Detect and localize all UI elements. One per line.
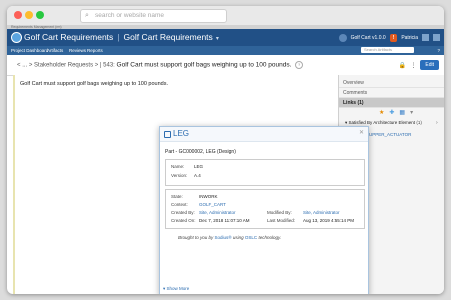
artifact-header: < ... > Stakeholder Requests > | 543: Go… bbox=[7, 55, 444, 76]
popup-title: LEG bbox=[173, 129, 190, 138]
version-value: A.4 bbox=[194, 173, 201, 178]
tab-links[interactable]: Links (1) bbox=[339, 98, 444, 108]
context-link[interactable]: GOLF_CART bbox=[199, 202, 226, 207]
artifact-id: 543: bbox=[103, 62, 115, 69]
modified-by-link[interactable]: Site, Administrator bbox=[303, 210, 340, 215]
created-on-label: Created On: bbox=[171, 218, 196, 223]
name-label: Name: bbox=[171, 164, 185, 169]
nav-project-dashboard[interactable]: Project Dashboard bbox=[11, 46, 48, 55]
maximize-window-icon[interactable] bbox=[36, 11, 44, 19]
project-title-secondary: Golf Cart Requirements bbox=[123, 32, 213, 42]
attribution-suffix: technology. bbox=[258, 235, 282, 240]
last-modified-value: Aug 13, 2019 4:55:14 PM bbox=[303, 218, 355, 223]
link-group-count: (1) bbox=[416, 120, 422, 125]
back-icon[interactable]: < bbox=[17, 63, 21, 69]
user-menu[interactable]: Patricia bbox=[401, 35, 418, 41]
title-separator: | bbox=[117, 32, 120, 42]
search-icon: ⌕ bbox=[85, 12, 89, 19]
filter-icon[interactable]: ▦ bbox=[399, 109, 405, 116]
rich-hover-popup: LEG ✕ Part - GC000002, LEG (Design) Name… bbox=[159, 126, 369, 294]
nav-reviews[interactable]: Reviews bbox=[69, 46, 86, 55]
link-icon[interactable]: ✚ bbox=[389, 109, 394, 116]
expand-icon[interactable]: ▾ bbox=[345, 120, 347, 125]
attribution-middle: using bbox=[232, 235, 244, 240]
sodius-link[interactable]: Sodius® bbox=[215, 235, 232, 240]
part-details-box: State: INWORK Context: GOLF_CART Created… bbox=[165, 189, 365, 229]
artifact-actions: 🔒 ⋮ Edit bbox=[399, 60, 439, 70]
breadcrumb: < ... > Stakeholder Requests > | 543: Go… bbox=[17, 61, 304, 69]
project-icon bbox=[338, 33, 347, 42]
state-value: INWORK bbox=[199, 194, 218, 199]
info-icon[interactable]: ? bbox=[295, 61, 304, 69]
close-icon[interactable]: ✕ bbox=[359, 129, 364, 136]
chevron-down-icon[interactable]: ▾ bbox=[216, 36, 219, 42]
part-heading: Part - GC000002, LEG (Design) bbox=[165, 149, 236, 155]
tab-comments[interactable]: Comments bbox=[339, 88, 444, 98]
chevron-right-icon[interactable]: › bbox=[436, 120, 438, 126]
breadcrumb-ellipsis[interactable]: ... bbox=[22, 63, 27, 69]
nav-help-icon[interactable]: ? bbox=[437, 46, 440, 55]
part-identity-box: Name: LEG Version: A.4 bbox=[165, 159, 365, 186]
more-options-icon[interactable]: ⋮ bbox=[410, 62, 416, 69]
context-label: Context: bbox=[171, 202, 188, 207]
app-logo-icon bbox=[11, 32, 22, 43]
nav-artifacts[interactable]: Artifacts bbox=[47, 46, 63, 55]
project-title: Golf Cart Requirements bbox=[24, 32, 114, 42]
version-label: Version: bbox=[171, 173, 188, 178]
address-bar-placeholder: search or website name bbox=[95, 12, 165, 19]
settings-icon[interactable] bbox=[422, 34, 429, 41]
last-modified-label: Last Modified: bbox=[267, 218, 296, 223]
link-group-label: Satisfied By Architecture Element bbox=[348, 120, 416, 125]
close-window-icon[interactable] bbox=[14, 11, 22, 19]
chevron-down-icon: ▾ bbox=[163, 286, 166, 291]
show-more-label: Show More bbox=[166, 286, 190, 291]
attribution-prefix: Brought to you by bbox=[178, 235, 214, 240]
edit-button[interactable]: Edit bbox=[420, 60, 439, 70]
more-icon[interactable]: ▾ bbox=[410, 109, 413, 116]
project-badge[interactable]: Golf Cart v1.0.0 bbox=[351, 35, 386, 41]
created-on-value: Dec 7, 2018 11:07:10 AM bbox=[199, 218, 250, 223]
lock-icon[interactable]: 🔒 bbox=[399, 62, 406, 69]
oslc-link[interactable]: OSLC bbox=[245, 235, 257, 240]
nav-reports[interactable]: Reports bbox=[87, 46, 103, 55]
popup-header: LEG ✕ bbox=[160, 127, 368, 142]
created-by-link[interactable]: Site, Administrator bbox=[199, 210, 236, 215]
browser-window: ⌕ search or website name Requirements Ma… bbox=[7, 6, 444, 294]
attribution: Brought to you by Sodius® using OSLC tec… bbox=[178, 235, 281, 240]
minimize-window-icon[interactable] bbox=[25, 11, 33, 19]
modified-by-label: Modified By: bbox=[267, 210, 292, 215]
project-nav: Project Dashboard Artifacts Reviews Repo… bbox=[7, 46, 444, 55]
artifact-search-input[interactable]: Search Artifacts bbox=[361, 47, 414, 53]
show-more-link[interactable]: ▾ Show More bbox=[163, 286, 189, 292]
requirement-text: Golf Cart must support golf bags weighin… bbox=[20, 81, 168, 87]
help-icon[interactable] bbox=[433, 34, 440, 41]
app-header-actions: Golf Cart v1.0.0 ! Patricia bbox=[338, 32, 440, 43]
breadcrumb-parent[interactable]: Stakeholder Requests bbox=[34, 63, 93, 69]
app-title[interactable]: Golf Cart Requirements | Golf Cart Require… bbox=[24, 32, 219, 42]
name-value: LEG bbox=[194, 164, 204, 169]
part-icon bbox=[164, 131, 171, 138]
links-toolbar: ★ ✚ ▦ ▾ bbox=[379, 109, 413, 116]
linked-element[interactable]: UPPER_ACTUATOR bbox=[369, 132, 411, 137]
browser-toolbar: ⌕ search or website name bbox=[7, 6, 444, 26]
created-by-label: Created By: bbox=[171, 210, 195, 215]
artifact-title: Golf Cart must support golf bags weighin… bbox=[116, 61, 292, 69]
state-label: State: bbox=[171, 194, 183, 199]
notification-icon[interactable]: ! bbox=[389, 33, 398, 42]
tab-overview[interactable]: Overview bbox=[339, 78, 444, 88]
add-link-icon[interactable]: ★ bbox=[379, 109, 384, 116]
app-header: Golf Cart Requirements | Golf Cart Require… bbox=[7, 29, 444, 46]
address-bar[interactable]: ⌕ search or website name bbox=[80, 9, 227, 23]
